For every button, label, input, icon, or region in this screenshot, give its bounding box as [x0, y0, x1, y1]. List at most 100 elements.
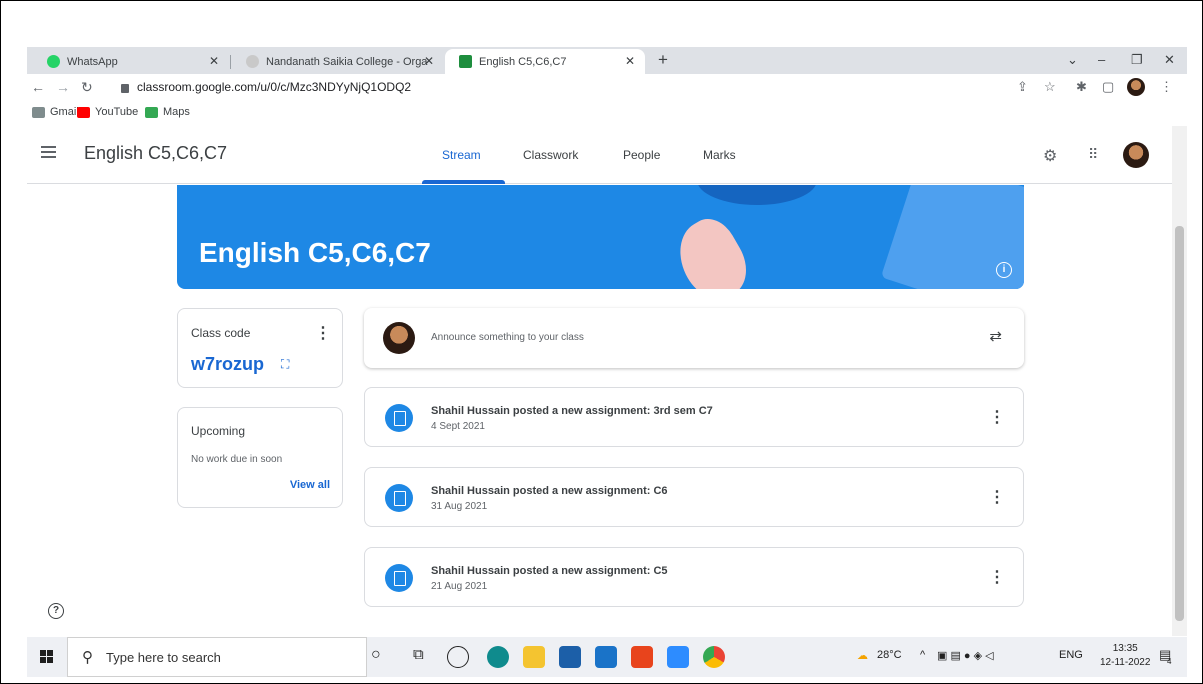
- stream-post[interactable]: Shahil Hussain posted a new assignment: …: [364, 547, 1024, 607]
- more-options-icon[interactable]: ⋮: [315, 326, 331, 342]
- menu-icon[interactable]: ⋮: [1160, 79, 1173, 95]
- tab-english-class[interactable]: English C5,C6,C7 ✕: [445, 49, 645, 74]
- classroom-icon: [459, 55, 472, 68]
- bookmark-gmail[interactable]: Gmail: [32, 106, 79, 118]
- account-avatar[interactable]: [1123, 142, 1149, 168]
- forward-icon[interactable]: →: [56, 79, 70, 95]
- window-close-icon[interactable]: ✕: [1164, 52, 1175, 68]
- announce-placeholder[interactable]: Announce something to your class: [431, 332, 584, 343]
- minimize-icon[interactable]: –: [1098, 52, 1105, 67]
- assignment-icon: [385, 564, 413, 592]
- gmail-icon: [32, 106, 45, 118]
- tab-college[interactable]: Nandanath Saikia College - Orga ✕: [232, 49, 444, 74]
- language-indicator[interactable]: ENG: [1059, 649, 1083, 661]
- post-title[interactable]: Shahil Hussain posted a new assignment: …: [431, 405, 713, 417]
- maps-icon: [145, 106, 158, 118]
- post-date: 31 Aug 2021: [431, 501, 488, 512]
- close-icon[interactable]: ✕: [209, 54, 219, 68]
- more-options-icon[interactable]: ⋮: [989, 410, 1005, 426]
- post-title[interactable]: Shahil Hussain posted a new assignment: …: [431, 565, 668, 577]
- cortana-icon[interactable]: ○: [371, 646, 393, 668]
- info-icon[interactable]: i: [996, 262, 1012, 278]
- feather-illustration: [666, 210, 758, 289]
- banner-decoration: [697, 185, 817, 205]
- class-title[interactable]: English C5,C6,C7: [84, 143, 227, 164]
- file-explorer-icon[interactable]: [523, 646, 545, 668]
- classroom-header: English C5,C6,C7 Stream Classwork People…: [27, 126, 1172, 184]
- store-icon[interactable]: [559, 646, 581, 668]
- taskbar-clock[interactable]: 13:35 12-11-2022: [1100, 642, 1150, 670]
- reload-icon[interactable]: ↻: [81, 79, 93, 96]
- whatsapp-icon: [47, 55, 60, 68]
- search-icon: ⚲: [82, 649, 93, 666]
- taskbar-search[interactable]: ⚲ Type here to search: [67, 637, 367, 677]
- tab-label: Nandanath Saikia College - Orga: [266, 55, 428, 68]
- main-menu-icon[interactable]: [41, 146, 56, 158]
- stream-post[interactable]: Shahil Hussain posted a new assignment: …: [364, 467, 1024, 527]
- close-icon[interactable]: ✕: [625, 54, 635, 68]
- banner-title[interactable]: English C5,C6,C7: [199, 237, 431, 269]
- office-icon[interactable]: [631, 646, 653, 668]
- tab-label: English C5,C6,C7: [479, 55, 567, 68]
- chrome-icon[interactable]: [703, 646, 725, 668]
- windows-taskbar: ⚲ Type here to search ○ ⧉ ☁ 28°C ^ ▣ ▤ ●…: [27, 637, 1187, 677]
- bookmark-label: Gmail: [50, 106, 79, 118]
- youtube-icon: [77, 106, 90, 118]
- share-icon[interactable]: ⇪: [1017, 79, 1028, 95]
- notification-count: 4: [1167, 657, 1172, 666]
- zoom-icon[interactable]: [667, 646, 689, 668]
- address-bar[interactable]: classroom.google.com/u/0/c/Mzc3NDYyNjQ1O…: [121, 80, 411, 94]
- stream-post[interactable]: Shahil Hussain posted a new assignment: …: [364, 387, 1024, 447]
- post-title[interactable]: Shahil Hussain posted a new assignment: …: [431, 485, 668, 497]
- tab-marks[interactable]: Marks: [703, 148, 736, 162]
- apps-grid-icon[interactable]: ⠿: [1088, 146, 1098, 163]
- bookmark-star-icon[interactable]: ☆: [1044, 79, 1056, 95]
- upcoming-empty-text: No work due in soon: [191, 454, 283, 465]
- bookmark-youtube[interactable]: YouTube: [77, 106, 138, 118]
- new-tab-button[interactable]: +: [658, 50, 668, 70]
- help-icon[interactable]: ?: [48, 603, 64, 619]
- more-options-icon[interactable]: ⋮: [989, 490, 1005, 506]
- weather-icon[interactable]: ☁: [857, 649, 868, 662]
- upcoming-title: Upcoming: [191, 424, 246, 438]
- chevron-up-icon[interactable]: ^: [920, 649, 925, 661]
- dell-icon[interactable]: [447, 646, 469, 668]
- bookmark-label: YouTube: [95, 106, 139, 118]
- tray-icons[interactable]: ▣ ▤ ● ◈ ◁: [937, 649, 994, 662]
- tab-classwork[interactable]: Classwork: [523, 148, 578, 162]
- search-placeholder: Type here to search: [106, 650, 221, 665]
- class-code-label: Class code: [191, 326, 251, 340]
- tab-whatsapp[interactable]: WhatsApp ✕: [33, 49, 229, 74]
- lock-icon: [121, 83, 129, 93]
- announce-box[interactable]: Announce something to your class ⇄: [364, 308, 1024, 368]
- profile-avatar[interactable]: [1127, 78, 1145, 96]
- side-panel-icon[interactable]: ▢: [1102, 79, 1114, 95]
- task-view-icon[interactable]: ⧉: [413, 646, 435, 668]
- mail-icon[interactable]: [595, 646, 617, 668]
- gear-icon[interactable]: ⚙: [1043, 146, 1057, 166]
- more-options-icon[interactable]: ⋮: [989, 570, 1005, 586]
- close-icon[interactable]: ✕: [424, 54, 434, 68]
- back-icon[interactable]: ←: [31, 79, 45, 95]
- tab-label: WhatsApp: [67, 55, 118, 68]
- view-all-link[interactable]: View all: [290, 479, 330, 491]
- page-scrollbar[interactable]: [1172, 126, 1187, 636]
- upcoming-card: Upcoming No work due in soon View all: [177, 407, 343, 508]
- bookmark-maps[interactable]: Maps: [145, 106, 190, 118]
- fullscreen-icon[interactable]: ⛶: [281, 357, 289, 372]
- active-tab-indicator: [422, 180, 505, 184]
- edge-icon[interactable]: [487, 646, 509, 668]
- post-date: 4 Sept 2021: [431, 421, 485, 432]
- clock-date: 12-11-2022: [1100, 657, 1151, 668]
- class-banner: English C5,C6,C7 i: [177, 185, 1024, 289]
- repost-icon[interactable]: ⇄: [989, 327, 1002, 345]
- tab-stream[interactable]: Stream: [442, 148, 481, 162]
- weather-temperature[interactable]: 28°C: [877, 649, 902, 661]
- windows-start-icon[interactable]: [40, 650, 54, 664]
- restore-icon[interactable]: ❐: [1131, 52, 1143, 68]
- tab-people[interactable]: People: [623, 148, 660, 162]
- scrollbar-thumb[interactable]: [1175, 226, 1184, 621]
- class-code-value: w7rozup: [191, 354, 265, 374]
- tab-search-icon[interactable]: ⌄: [1067, 52, 1078, 68]
- extensions-icon[interactable]: ✱: [1076, 79, 1087, 95]
